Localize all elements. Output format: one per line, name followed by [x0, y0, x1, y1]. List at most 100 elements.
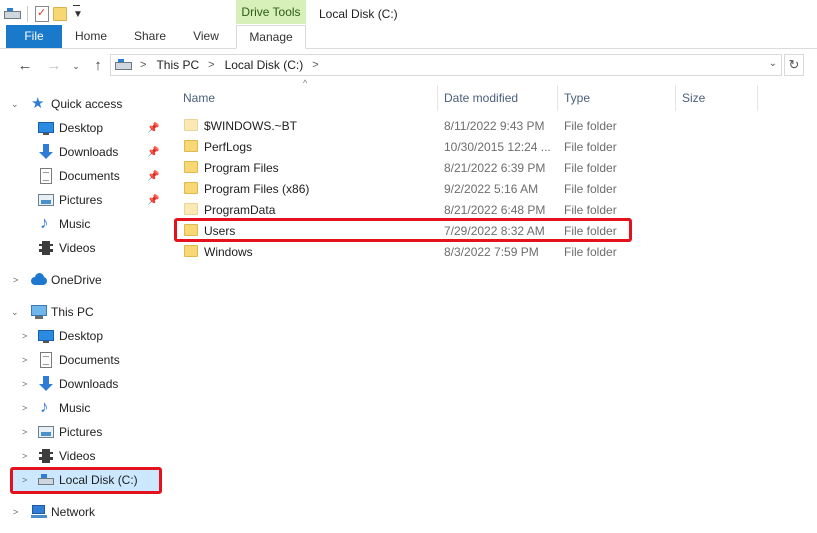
chevron-down-icon[interactable]: ⌄: [11, 307, 19, 318]
table-row[interactable]: Program Files (x86) 9/2/2022 5:16 AM Fil…: [176, 178, 632, 199]
nav-pc-documents[interactable]: > Documents: [0, 349, 166, 371]
nav-pc-desktop[interactable]: > Desktop: [0, 325, 166, 347]
highlight-box-users: [174, 218, 632, 242]
refresh-icon[interactable]: ↻: [784, 54, 804, 76]
nav-quick-pictures[interactable]: Pictures 📌: [0, 189, 166, 211]
breadcrumb-this-pc[interactable]: This PC: [156, 58, 199, 72]
drive-tools-context-label: Drive Tools: [236, 0, 306, 24]
file-name: $WINDOWS.~BT: [204, 119, 298, 133]
tab-share[interactable]: Share: [122, 25, 178, 48]
chevron-right-icon[interactable]: >: [22, 403, 27, 413]
desktop-icon: [38, 120, 54, 136]
folder-icon: [184, 245, 198, 257]
tab-file[interactable]: File: [6, 25, 62, 48]
nav-pc-videos[interactable]: > Videos: [0, 445, 166, 467]
column-divider[interactable]: [437, 85, 438, 111]
music-icon: [38, 397, 54, 417]
quick-access-toolbar: ▼: [4, 4, 83, 24]
customize-toolbar-icon[interactable]: ▼: [73, 4, 83, 20]
pin-icon[interactable]: 📌: [147, 195, 159, 206]
nav-quick-videos[interactable]: Videos: [0, 237, 166, 259]
column-header-date[interactable]: Date modified: [444, 85, 518, 111]
pin-icon[interactable]: 📌: [147, 147, 159, 158]
forward-arrow-icon[interactable]: →: [44, 58, 64, 74]
up-arrow-icon[interactable]: ↑: [88, 58, 108, 74]
tab-view[interactable]: View: [180, 25, 232, 48]
chevron-right-icon[interactable]: >: [22, 451, 27, 461]
chevron-right-icon[interactable]: >: [140, 59, 146, 71]
music-icon: [38, 213, 54, 233]
nav-label: Documents: [59, 353, 120, 367]
tab-manage[interactable]: Manage: [236, 25, 306, 49]
tab-home[interactable]: Home: [64, 25, 118, 48]
nav-quick-desktop[interactable]: Desktop 📌: [0, 117, 166, 139]
file-type: File folder: [564, 140, 617, 154]
recent-locations-icon[interactable]: ⌄: [66, 58, 86, 74]
chevron-right-icon[interactable]: >: [22, 355, 27, 365]
table-row[interactable]: $WINDOWS.~BT 8/11/2022 9:43 PM File fold…: [176, 115, 632, 136]
pin-icon[interactable]: 📌: [147, 123, 159, 134]
table-row[interactable]: Program Files 8/21/2022 6:39 PM File fol…: [176, 157, 632, 178]
chevron-right-icon[interactable]: >: [312, 59, 318, 71]
nav-label: Music: [59, 217, 91, 231]
chevron-right-icon[interactable]: >: [22, 331, 27, 341]
column-header-size[interactable]: Size: [682, 85, 705, 111]
nav-network[interactable]: > Network: [0, 501, 166, 523]
chevron-right-icon[interactable]: >: [208, 59, 214, 71]
pin-icon[interactable]: 📌: [147, 171, 159, 182]
chevron-down-icon[interactable]: ⌄: [11, 99, 19, 110]
chevron-down-icon[interactable]: ⌄: [769, 58, 777, 69]
properties-icon[interactable]: [35, 6, 49, 22]
videos-icon: [38, 448, 54, 464]
nav-pc-downloads[interactable]: > Downloads: [0, 373, 166, 395]
nav-label: Documents: [59, 169, 120, 183]
back-arrow-icon[interactable]: ←: [15, 58, 35, 74]
breadcrumb-local-disk[interactable]: Local Disk (C:): [225, 58, 304, 72]
computer-icon: [31, 304, 47, 320]
file-type: File folder: [564, 203, 617, 217]
chevron-right-icon[interactable]: >: [22, 427, 27, 437]
file-type: File folder: [564, 245, 617, 259]
file-date: 10/30/2015 12:24 ...: [444, 140, 551, 154]
pictures-icon: [38, 424, 54, 440]
nav-label: Downloads: [59, 377, 119, 391]
nav-quick-documents[interactable]: Documents 📌: [0, 165, 166, 187]
drive-icon[interactable]: [4, 8, 21, 20]
table-row[interactable]: Windows 8/3/2022 7:59 PM File folder: [176, 241, 632, 262]
nav-label: Downloads: [59, 145, 119, 159]
chevron-right-icon[interactable]: >: [13, 507, 18, 517]
nav-label: Network: [51, 505, 96, 519]
nav-onedrive[interactable]: > OneDrive: [0, 269, 166, 291]
videos-icon: [38, 240, 54, 256]
nav-pc-pictures[interactable]: > Pictures: [0, 421, 166, 443]
column-divider[interactable]: [757, 85, 758, 111]
column-header-type[interactable]: Type: [564, 85, 590, 111]
folder-icon: [184, 203, 198, 215]
nav-label: Desktop: [59, 329, 104, 343]
new-folder-icon[interactable]: [53, 7, 67, 21]
chevron-right-icon[interactable]: >: [22, 379, 27, 389]
sort-ascending-icon: ^: [303, 78, 308, 88]
window-title: Local Disk (C:): [319, 7, 398, 21]
nav-quick-access[interactable]: ⌄ Quick access: [0, 93, 166, 115]
documents-icon: [38, 168, 54, 184]
column-divider[interactable]: [557, 85, 558, 111]
ribbon-tabs: File Home Share View Manage: [0, 25, 817, 49]
onedrive-cloud-icon: [31, 272, 47, 288]
nav-quick-downloads[interactable]: Downloads 📌: [0, 141, 166, 163]
nav-label: Videos: [59, 449, 96, 463]
nav-quick-music[interactable]: Music: [0, 213, 166, 235]
table-row[interactable]: PerfLogs 10/30/2015 12:24 ... File folde…: [176, 136, 632, 157]
table-row[interactable]: ProgramData 8/21/2022 6:48 PM File folde…: [176, 199, 632, 220]
nav-pc-music[interactable]: > Music: [0, 397, 166, 419]
star-icon: [31, 94, 47, 112]
nav-this-pc[interactable]: ⌄ This PC: [0, 301, 166, 323]
file-type: File folder: [564, 161, 617, 175]
address-bar[interactable]: > This PC > Local Disk (C:) > ⌄: [110, 54, 782, 76]
chevron-right-icon[interactable]: >: [13, 275, 18, 285]
folder-icon: [184, 140, 198, 152]
file-name: Program Files (x86): [204, 182, 310, 196]
column-header-name[interactable]: Name: [183, 85, 215, 111]
nav-label: Music: [59, 401, 91, 415]
column-divider[interactable]: [675, 85, 676, 111]
